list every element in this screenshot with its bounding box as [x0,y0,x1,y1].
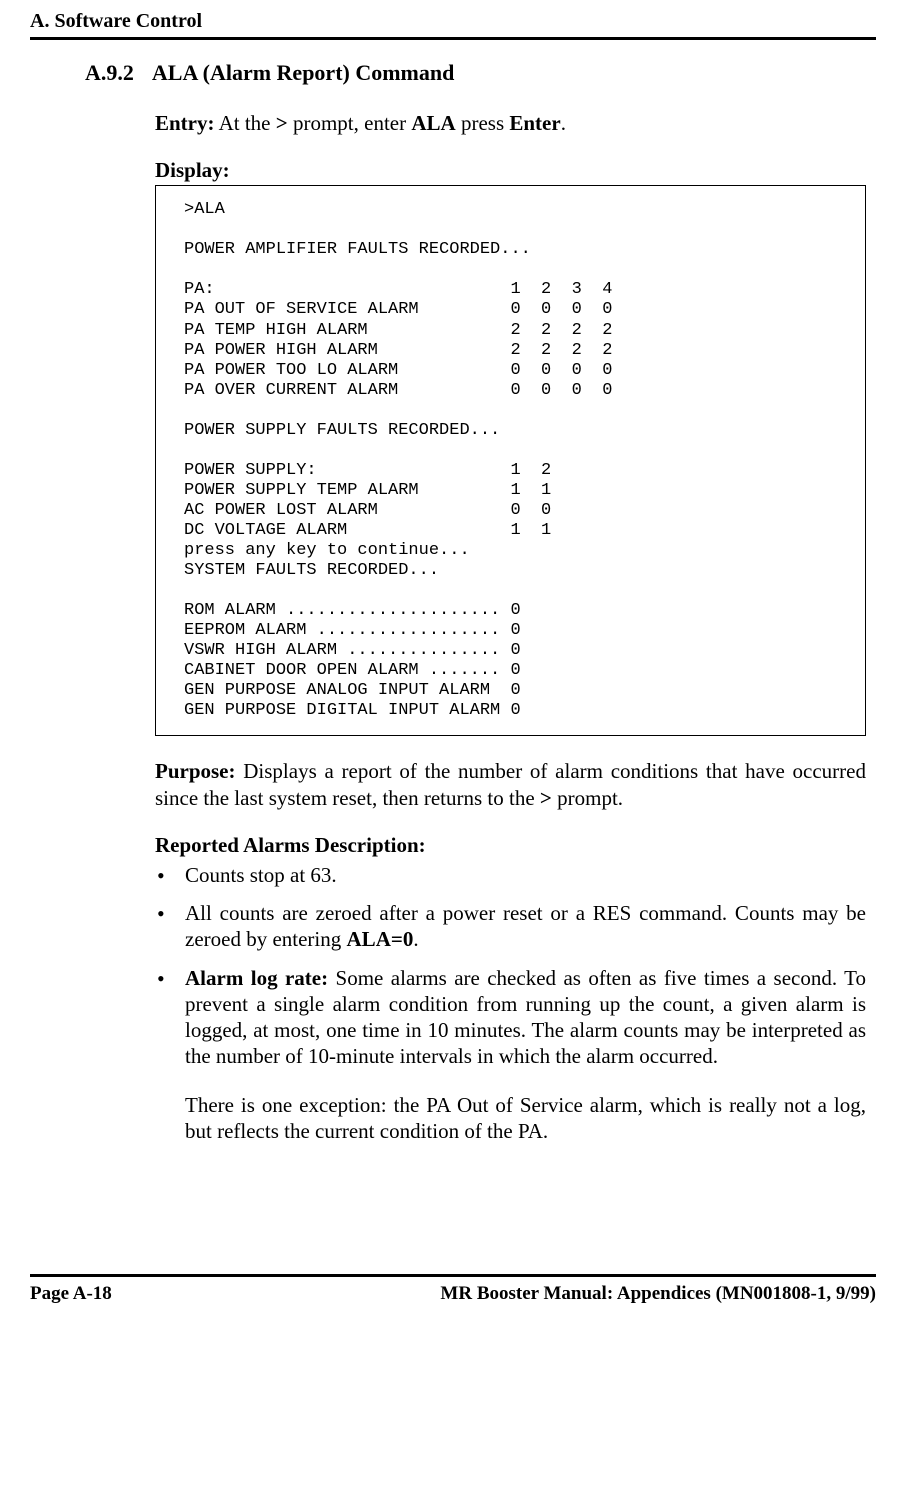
entry-text-1: At the [215,111,276,135]
entry-cmd: ALA [411,111,455,135]
running-header: A. Software Control [30,10,876,37]
entry-line: Entry: At the > prompt, enter ALA press … [155,110,866,136]
bullet-text-bold: ALA=0 [347,927,414,951]
footer: Page A-18 MR Booster Manual: Appendices … [30,1283,876,1305]
entry-text-2: prompt, enter [288,111,412,135]
purpose-paragraph: Purpose: Displays a report of the number… [155,758,866,811]
purpose-tail: prompt. [552,786,623,810]
display-output-box: >ALA POWER AMPLIFIER FAULTS RECORDED... … [155,185,866,736]
display-label: Display: [155,158,866,183]
reported-heading: Reported Alarms Description: [155,833,866,858]
entry-text-4: . [561,111,566,135]
bullet-text-pre: All counts are zeroed after a power rese… [185,901,866,951]
footer-doc-title: MR Booster Manual: Appendices (MN001808-… [440,1283,876,1305]
entry-key: Enter [509,111,560,135]
section-heading: A.9.2 ALA (Alarm Report) Command [85,60,866,86]
purpose-prompt: > [540,786,552,810]
list-item: Alarm log rate: Some alarms are checked … [155,965,866,1145]
purpose-text: Displays a report of the number of alarm… [155,759,866,809]
list-item: Counts stop at 63. [155,862,866,888]
entry-prompt: > [276,111,288,135]
entry-text-3: press [456,111,510,135]
exception-paragraph: There is one exception: the PA Out of Se… [185,1092,866,1145]
bullet-lead-bold: Alarm log rate: [185,966,328,990]
bullet-text: Counts stop at 63. [185,863,337,887]
section-title: ALA (Alarm Report) Command [152,60,454,85]
bullet-text-post: . [413,927,418,951]
purpose-label: Purpose: [155,759,236,783]
header-rule [30,37,876,40]
footer-rule [30,1274,876,1277]
bullet-list: Counts stop at 63. All counts are zeroed… [155,862,866,1144]
list-item: All counts are zeroed after a power rese… [155,900,866,953]
entry-label: Entry: [155,111,215,135]
section-number: A.9.2 [85,60,134,86]
footer-page-number: Page A-18 [30,1283,112,1305]
